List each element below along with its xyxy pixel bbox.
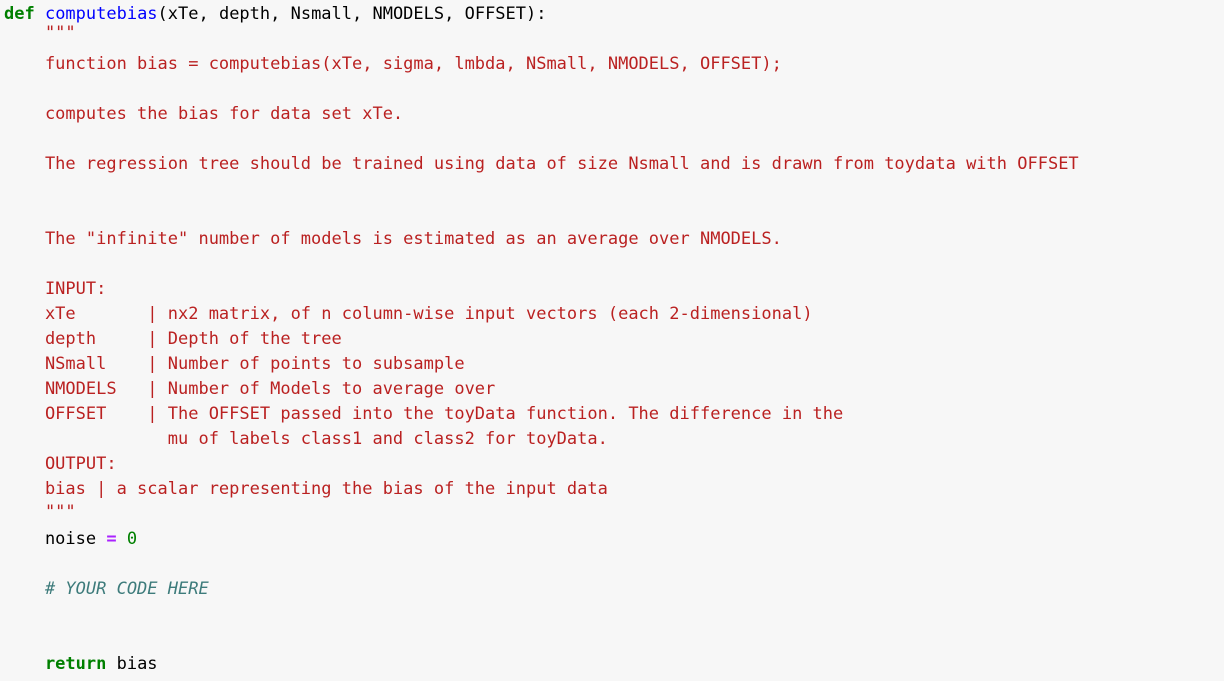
code-token-string: mu of labels class1 and class2 for toyDa… [4,429,608,449]
line-regression-tree[interactable]: The regression tree should be trained us… [0,152,1079,177]
line-blank-1[interactable] [0,77,4,102]
line-blank-2[interactable] [0,127,4,152]
line-computes[interactable]: computes the bias for data set xTe. [0,102,403,127]
code-token-string: """ [4,502,76,522]
code-token-operator: = [106,529,127,549]
line-return[interactable]: return bias [0,652,158,677]
line-input-nmodels[interactable]: NMODELS | Number of Models to average ov… [0,377,495,402]
code-token-string: NSmall | Number of points to subsample [4,354,465,374]
line-input-nsmall[interactable]: NSmall | Number of points to subsample [0,352,465,377]
code-token-string: INPUT: [4,279,107,299]
line-docstring-close[interactable]: """ [0,500,76,525]
line-input-offset-cont[interactable]: mu of labels class1 and class2 for toyDa… [0,427,608,452]
line-input-xte[interactable]: xTe | nx2 matrix, of n column-wise input… [0,302,813,327]
line-input-header[interactable]: INPUT: [0,277,106,302]
code-token-comment: # YOUR CODE HERE [4,579,209,599]
code-token-plain: (xTe, depth, Nsmall, NMODELS, OFFSET): [157,4,547,24]
code-token-string: OFFSET | The OFFSET passed into the toyD… [4,404,844,424]
jupyter-code-cell[interactable]: def computebias(xTe, depth, Nsmall, NMOD… [0,0,1224,681]
line-blank-6[interactable] [0,552,4,577]
code-token-number: 0 [126,529,138,549]
line-blank-7[interactable] [0,602,4,627]
code-token-string: depth | Depth of the tree [4,329,342,349]
code-token-string: computes the bias for data set xTe. [4,104,404,124]
code-token-string: function bias = computebias(xTe, sigma, … [4,54,782,74]
line-blank-4[interactable] [0,202,4,227]
code-token-string: bias | a scalar representing the bias of… [4,479,608,499]
line-noise[interactable]: noise = 0 [0,527,137,552]
line-input-depth[interactable]: depth | Depth of the tree [0,327,342,352]
line-blank-5[interactable] [0,252,4,277]
code-token-string: xTe | nx2 matrix, of n column-wise input… [4,304,813,324]
code-token-keyword: return [4,654,117,674]
line-docstring-open[interactable]: """ [0,21,76,46]
code-token-string: The "infinite" number of models is estim… [4,229,782,249]
line-blank-8[interactable] [0,627,4,652]
line-infinite[interactable]: The "infinite" number of models is estim… [0,227,782,252]
code-token-string: OUTPUT: [4,454,117,474]
line-comment-your-code[interactable]: # YOUR CODE HERE [0,577,209,602]
code-token-plain: noise [4,529,107,549]
line-output-header[interactable]: OUTPUT: [0,452,117,477]
code-token-string: """ [4,23,76,43]
code-token-string: NMODELS | Number of Models to average ov… [4,379,496,399]
line-output-bias[interactable]: bias | a scalar representing the bias of… [0,477,608,502]
line-def[interactable]: def computebias(xTe, depth, Nsmall, NMOD… [0,2,546,27]
code-token-string: The regression tree should be trained us… [4,154,1079,174]
line-input-offset[interactable]: OFFSET | The OFFSET passed into the toyD… [0,402,843,427]
line-blank-3[interactable] [0,177,4,202]
line-signature[interactable]: function bias = computebias(xTe, sigma, … [0,52,782,77]
code-token-plain: bias [116,654,158,674]
